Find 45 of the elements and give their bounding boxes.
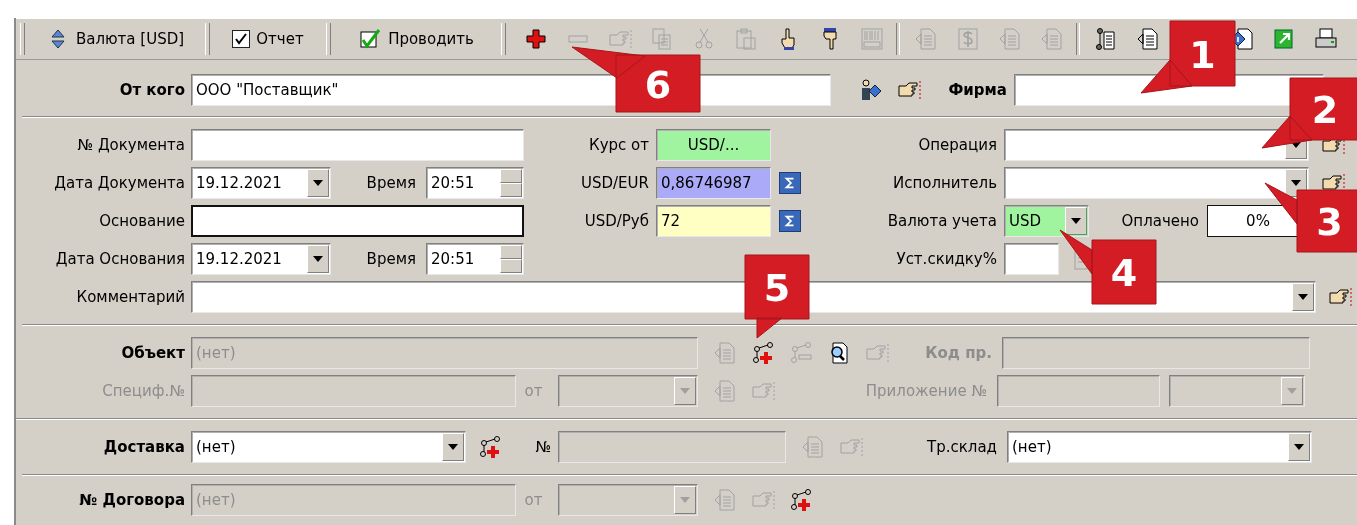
- field-label: Оплачено: [1120, 212, 1199, 230]
- field-label: Валюта учета: [886, 212, 997, 230]
- toolbar-button[interactable]: Валюта [USD]: [29, 21, 201, 57]
- rate-field[interactable]: USD/...: [656, 129, 771, 161]
- date-field[interactable]: 19.12.2021: [191, 243, 331, 275]
- callout-tooltip: 4: [1060, 230, 1156, 304]
- callout-tooltip: 5: [745, 255, 809, 338]
- field-label: №: [534, 438, 551, 456]
- field-label: Операция: [917, 136, 997, 154]
- callout-tooltip: 1: [1141, 21, 1235, 93]
- date-field[interactable]: 19.12.2021: [191, 167, 331, 199]
- field-label: Код пр.: [924, 344, 992, 362]
- field-label: Комментарий: [75, 288, 185, 306]
- field-label: от: [523, 491, 544, 509]
- field-label: № Документа: [76, 136, 185, 154]
- field-label: От кого: [118, 81, 185, 99]
- field-label: Специф.№: [101, 382, 185, 400]
- field-label: Приложение №: [864, 382, 987, 400]
- field-label: Доставка: [102, 438, 185, 456]
- time-field[interactable]: 20:51: [426, 167, 524, 199]
- callout-tooltip: 6: [572, 47, 700, 112]
- field-label: Фирма: [947, 81, 1007, 99]
- dropdown-field[interactable]: (нет): [191, 431, 466, 463]
- field-label: Дата Основания: [54, 250, 185, 268]
- dropdown-field[interactable]: USD: [1004, 205, 1089, 237]
- toolbar-button[interactable]: Проводить: [335, 21, 497, 57]
- field-label: Основание: [98, 212, 185, 230]
- field-label: Объект: [120, 344, 185, 362]
- field-label: Курс от: [588, 136, 649, 154]
- dropdown-field[interactable]: (нет): [1007, 431, 1312, 463]
- field-label: Уст.скидку%: [895, 250, 997, 268]
- field-label: № Договора: [78, 491, 185, 509]
- rate-field[interactable]: 0,86746987: [656, 167, 771, 199]
- field-label: Время: [365, 250, 416, 268]
- field-label: Исполнитель: [892, 174, 997, 192]
- time-field[interactable]: 20:51: [426, 243, 524, 275]
- callout-tooltip: 2: [1262, 78, 1357, 148]
- field-label: USD/EUR: [580, 174, 649, 192]
- field-label: Время: [365, 174, 416, 192]
- field-label: от: [523, 382, 544, 400]
- field-label: Тр.склад: [926, 438, 997, 456]
- field-label: USD/Руб: [583, 212, 649, 230]
- toolbar-button[interactable]: Отчет: [214, 21, 322, 57]
- field-label: Дата Документа: [53, 174, 185, 192]
- rate-field[interactable]: 72: [656, 205, 771, 237]
